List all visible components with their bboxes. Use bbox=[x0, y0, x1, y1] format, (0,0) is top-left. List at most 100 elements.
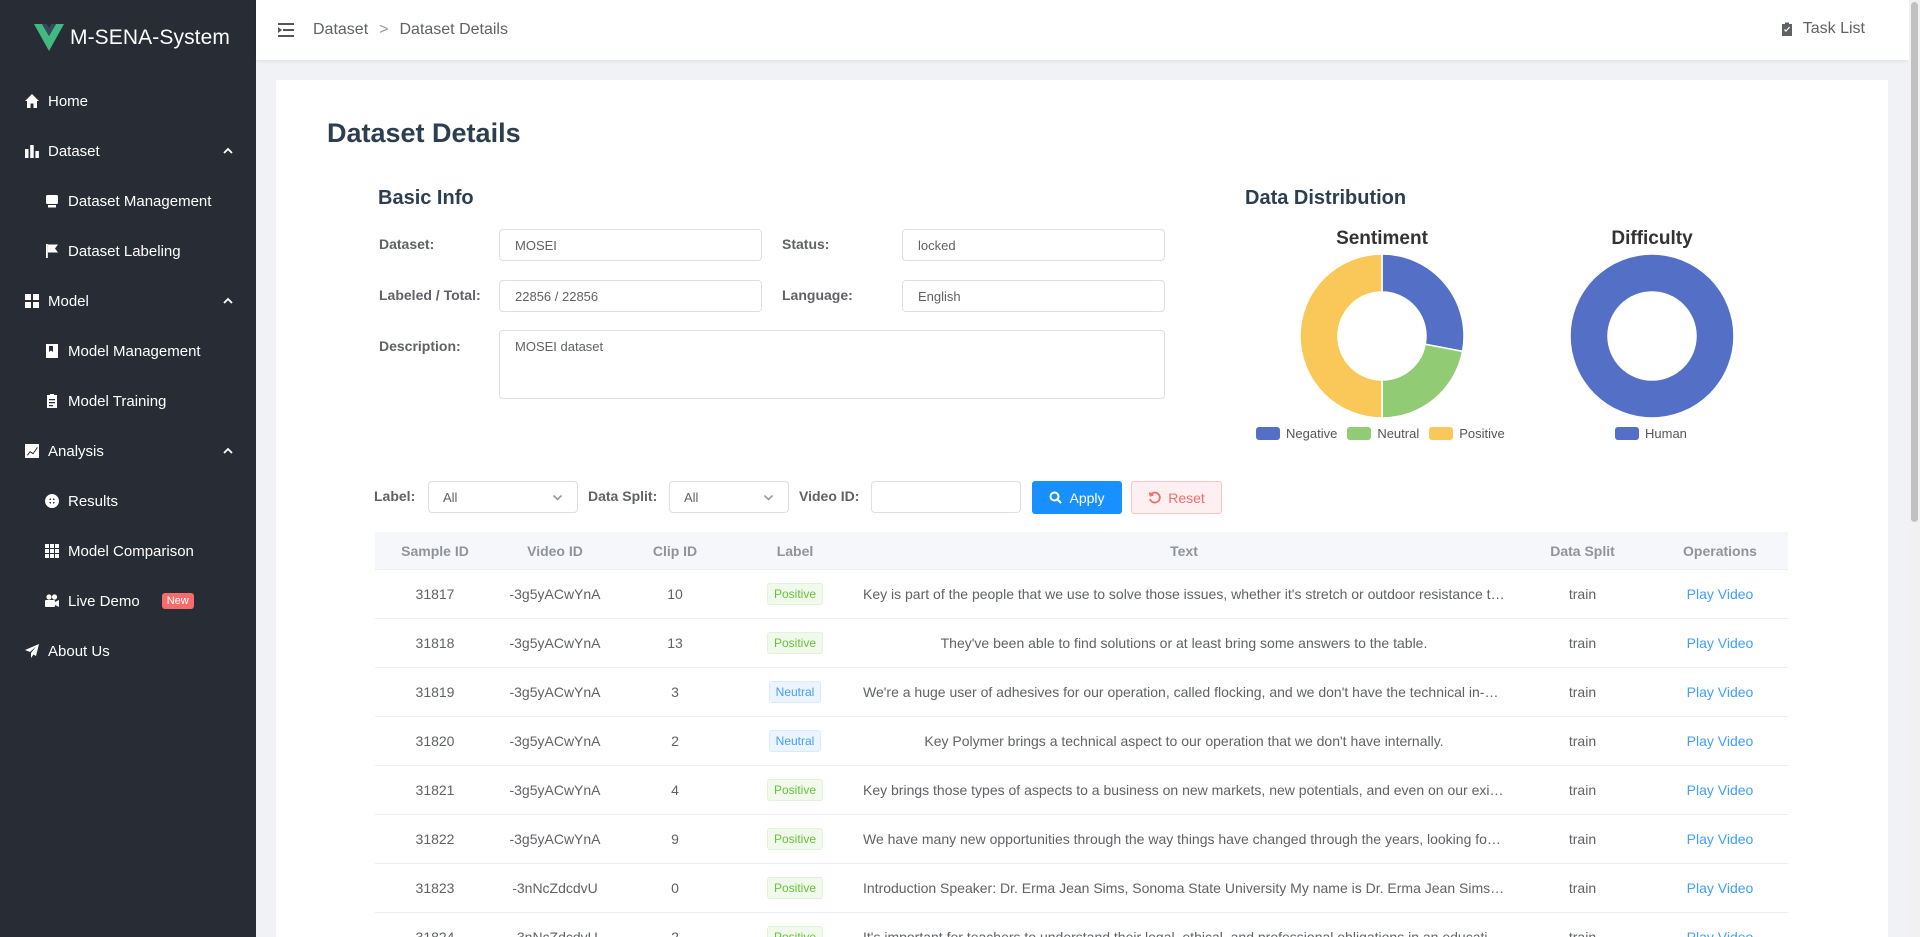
sidebar-item-dataset-labeling[interactable]: Dataset Labeling bbox=[0, 226, 256, 276]
breadcrumb-dataset[interactable]: Dataset bbox=[313, 21, 368, 39]
label-filter-select[interactable]: All bbox=[428, 481, 578, 513]
play-video-link[interactable]: Play Video bbox=[1687, 880, 1754, 896]
play-video-link[interactable]: Play Video bbox=[1687, 635, 1754, 651]
sidebar-item-live-demo[interactable]: Live Demo New bbox=[0, 576, 256, 626]
sidebar-item-label: Model Comparison bbox=[68, 542, 194, 560]
cell-video-id: -3g5yACwYnA bbox=[509, 782, 601, 798]
sidebar-item-model-management[interactable]: Model Management bbox=[0, 326, 256, 376]
sidebar-item-model-comparison[interactable]: Model Comparison bbox=[0, 526, 256, 576]
chevron-up-icon[interactable] bbox=[222, 144, 234, 156]
language-label: Language: bbox=[782, 287, 853, 303]
sidebar-item-analysis[interactable]: Analysis bbox=[0, 426, 256, 476]
label-tag: Positive bbox=[766, 828, 824, 850]
cell-text: Key brings those types of aspects to a b… bbox=[863, 782, 1513, 798]
play-video-link[interactable]: Play Video bbox=[1687, 733, 1754, 749]
video-id-input[interactable] bbox=[871, 481, 1021, 513]
sidebar-item-label: Live Demo bbox=[68, 592, 140, 610]
cell-text: They've been able to find solutions or a… bbox=[940, 635, 1428, 651]
col-label: Label bbox=[776, 542, 814, 559]
cell-label: Positive bbox=[735, 828, 855, 850]
page-title: Dataset Details bbox=[327, 118, 521, 148]
home-icon bbox=[24, 93, 40, 109]
dataset-field[interactable]: MOSEI bbox=[499, 229, 762, 261]
pie-slice-positive[interactable] bbox=[1299, 253, 1383, 419]
legend-label: Human bbox=[1645, 426, 1687, 441]
sidebar-item-model[interactable]: Model bbox=[0, 276, 256, 326]
grid-icon bbox=[24, 293, 40, 309]
task-list-button[interactable]: Task List bbox=[1780, 20, 1865, 38]
sentiment-donut-chart bbox=[1299, 253, 1465, 419]
cell-clip-id: 4 bbox=[671, 782, 679, 798]
sidebar-item-label: Model Management bbox=[68, 342, 201, 360]
cell-data-split: train bbox=[1568, 586, 1597, 602]
cell-text: We have many new opportunities through t… bbox=[863, 831, 1513, 847]
reset-button[interactable]: Reset bbox=[1131, 481, 1222, 514]
table-row: 31817 -3g5yACwYnA 10 Positive Key is part of… bbox=[375, 570, 1788, 619]
cell-text: Introduction Speaker: Dr. Erma Jean Sims… bbox=[863, 880, 1513, 896]
scrollbar-thumb[interactable] bbox=[1911, 2, 1918, 522]
breadcrumb-current: Dataset Details bbox=[399, 21, 508, 38]
logo[interactable]: M-SENA-System bbox=[0, 0, 256, 76]
menu-toggle-icon[interactable] bbox=[278, 22, 296, 38]
play-video-link[interactable]: Play Video bbox=[1687, 782, 1754, 798]
cell-operations: Play Video bbox=[1652, 929, 1788, 937]
legend-swatch bbox=[1347, 427, 1372, 440]
cell-label: Neutral bbox=[735, 730, 855, 752]
play-video-link[interactable]: Play Video bbox=[1687, 684, 1754, 700]
cell-operations: Play Video bbox=[1652, 831, 1788, 847]
language-field[interactable]: English bbox=[902, 280, 1165, 312]
sidebar-item-dataset-management[interactable]: Dataset Management bbox=[0, 176, 256, 226]
play-video-link[interactable]: Play Video bbox=[1687, 586, 1754, 602]
legend-item-neutral[interactable]: Neutral bbox=[1347, 426, 1419, 441]
label-tag: Positive bbox=[766, 926, 824, 937]
col-text: Text bbox=[1170, 542, 1198, 559]
sidebar-item-label: Home bbox=[48, 92, 89, 110]
cell-text: It's important for teachers to understan… bbox=[863, 929, 1513, 937]
legend-swatch bbox=[1429, 427, 1454, 440]
cell-data-split: train bbox=[1568, 635, 1597, 651]
legend-item-human[interactable]: Human bbox=[1615, 426, 1687, 441]
label-tag: Neutral bbox=[768, 681, 822, 703]
sidebar-item-model-training[interactable]: Model Training bbox=[0, 376, 256, 426]
sidebar-item-home[interactable]: Home bbox=[0, 76, 256, 126]
sidebar-item-results[interactable]: Results bbox=[0, 476, 256, 526]
status-field[interactable]: locked bbox=[902, 229, 1165, 261]
cell-sample-id: 31817 bbox=[415, 586, 455, 602]
status-label: Status: bbox=[782, 236, 830, 252]
reset-label: Reset bbox=[1168, 489, 1205, 506]
sidebar-item-label: About Us bbox=[48, 642, 110, 660]
new-badge: New bbox=[161, 593, 194, 609]
sidebar-item-about-us[interactable]: About Us bbox=[0, 626, 256, 676]
table-row: 31820 -3g5yACwYnA 2 Neutral Key Polymer brin… bbox=[375, 717, 1788, 766]
cell-operations: Play Video bbox=[1652, 733, 1788, 749]
table-body: 31817 -3g5yACwYnA 10 Positive Key is part of… bbox=[375, 570, 1788, 937]
paper-plane-icon bbox=[24, 643, 40, 659]
sidebar-item-label: Model bbox=[48, 292, 89, 310]
cell-label: Positive bbox=[735, 926, 855, 937]
chevron-up-icon[interactable] bbox=[222, 444, 234, 456]
samples-table: Sample ID Video ID Clip ID Label Text Da… bbox=[375, 532, 1788, 937]
clipboard-check-icon bbox=[1781, 22, 1792, 36]
cell-label: Positive bbox=[735, 632, 855, 654]
chevron-up-icon[interactable] bbox=[222, 294, 234, 306]
table-grid-icon bbox=[44, 543, 60, 559]
pie-slice-human[interactable] bbox=[1569, 253, 1735, 419]
apply-button[interactable]: Apply bbox=[1032, 481, 1122, 514]
sidebar-item-dataset[interactable]: Dataset bbox=[0, 126, 256, 176]
vertical-scrollbar[interactable] bbox=[1909, 0, 1920, 937]
legend-item-positive[interactable]: Positive bbox=[1429, 426, 1505, 441]
legend-item-negative[interactable]: Negative bbox=[1256, 426, 1337, 441]
cell-video-id: -3g5yACwYnA bbox=[509, 635, 601, 651]
cell-text: We're a huge user of adhesives for our o… bbox=[863, 684, 1513, 700]
pie-slice-negative[interactable] bbox=[1381, 253, 1465, 353]
cell-data-split: train bbox=[1568, 782, 1597, 798]
breadcrumb: Dataset > Dataset Details bbox=[313, 21, 508, 39]
pie-slice-neutral[interactable] bbox=[1381, 343, 1464, 419]
description-field[interactable]: MOSEI dataset bbox=[499, 330, 1165, 399]
play-video-link[interactable]: Play Video bbox=[1687, 831, 1754, 847]
search-icon bbox=[1049, 491, 1063, 504]
labeled-total-field[interactable]: 22856 / 22856 bbox=[499, 280, 762, 312]
play-video-link[interactable]: Play Video bbox=[1687, 929, 1754, 937]
data-split-filter-select[interactable]: All bbox=[669, 481, 789, 513]
vue-logo-icon bbox=[34, 24, 64, 51]
